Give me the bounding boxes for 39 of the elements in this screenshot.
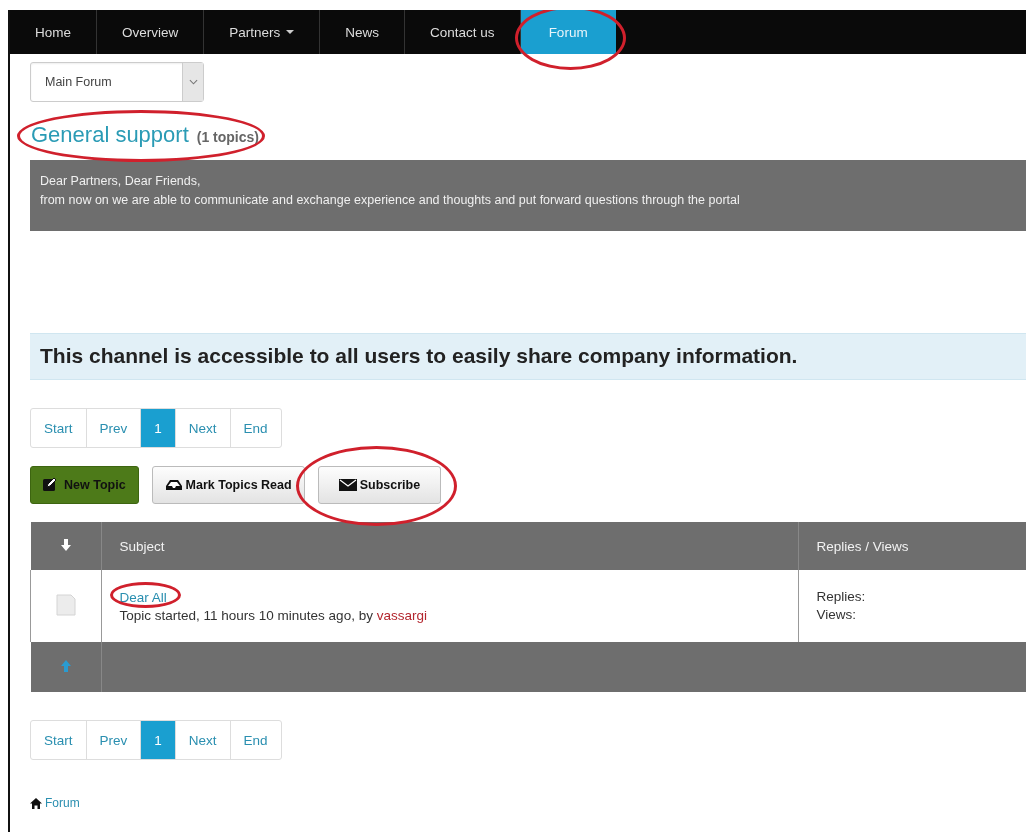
pagination-link[interactable]: Next xyxy=(175,721,231,759)
nav-tab[interactable]: Partners xyxy=(204,10,321,54)
chevron-down-icon xyxy=(188,79,198,85)
nav-tab[interactable]: Overview xyxy=(97,10,205,54)
topic-link[interactable]: Dear All xyxy=(119,589,167,605)
nav-tab[interactable]: Contact us xyxy=(405,10,521,54)
stat-label: Views: xyxy=(816,606,858,624)
nav-tab[interactable]: Forum xyxy=(520,10,616,54)
down-arrow-icon xyxy=(60,538,71,551)
channel-banner: This channel is accessible to all users to easily share company information. xyxy=(30,333,1026,380)
forum-dropdown[interactable]: Main Forum xyxy=(30,62,204,102)
mark-read-button[interactable]: Mark Topics Read xyxy=(151,466,305,504)
nav-tab[interactable]: Home xyxy=(10,10,97,54)
topic-count: (1 topics) xyxy=(196,129,259,145)
new-topic-button[interactable]: New Topic xyxy=(30,466,139,504)
pagination-link[interactable]: Start xyxy=(31,409,87,447)
pagination-link[interactable]: Start xyxy=(31,721,87,759)
nav-tab[interactable]: News xyxy=(320,10,406,54)
forum-title: General support xyxy=(31,122,189,148)
document-icon xyxy=(55,593,76,616)
envelope-icon xyxy=(338,479,357,491)
pagination-link[interactable]: End xyxy=(230,409,281,447)
subscribe-button[interactable]: Subscribe xyxy=(317,466,442,504)
pagination-link[interactable]: Next xyxy=(175,409,231,447)
breadcrumb-link[interactable]: Forum xyxy=(45,796,80,810)
edit-icon xyxy=(43,478,57,492)
author-link[interactable]: vassargi xyxy=(376,607,427,623)
pagination-link[interactable]: 1 xyxy=(141,721,176,759)
column-header: Replies / Views xyxy=(798,522,1026,570)
home-icon xyxy=(30,797,42,809)
inbox-icon xyxy=(164,479,183,491)
pagination-link[interactable]: End xyxy=(230,721,281,759)
caret-icon xyxy=(286,29,295,35)
pagination-link[interactable]: 1 xyxy=(141,409,176,447)
topic-info: Topic started, 11 hours 10 minutes ago, by xyxy=(119,607,373,623)
forum-description: Dear Partners, Dear Friends, from now on we are able to communicate and exchange experience and thoughts and put forward questions through the portal xyxy=(30,160,1026,231)
column-header: Subject xyxy=(101,522,798,570)
up-arrow-icon xyxy=(60,659,71,672)
stat-label: Replies: xyxy=(816,588,867,606)
